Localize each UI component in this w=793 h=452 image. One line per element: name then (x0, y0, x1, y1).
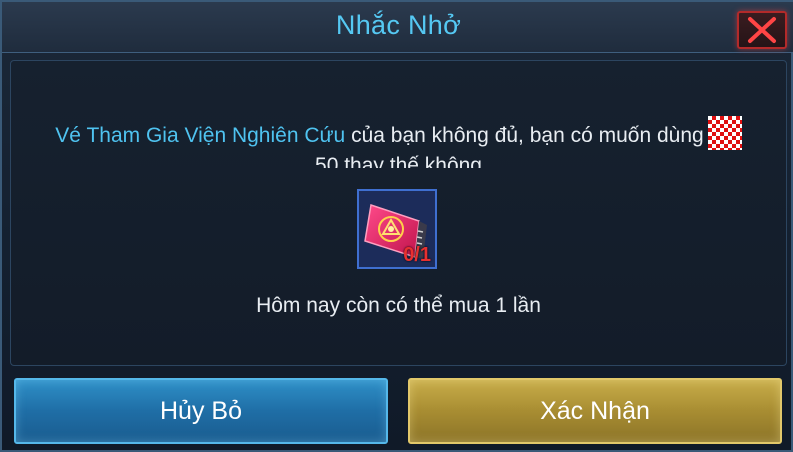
confirm-button[interactable]: Xác Nhận (408, 378, 782, 444)
item-name-highlight: Vé Tham Gia Viện Nghiên Cứu (55, 124, 346, 147)
message-part-2: 50 thay thế không (315, 154, 482, 168)
dialog: Nhắc Nhở Vé Tham Gia Viện Nghiên Cứu của… (0, 0, 793, 452)
cancel-button[interactable]: Hủy Bỏ (14, 378, 388, 444)
purchase-info: Hôm nay còn có thể mua 1 lần (256, 294, 541, 317)
message-text: Vé Tham Gia Viện Nghiên Cứu của bạn khôn… (22, 116, 775, 168)
item-slot[interactable]: 0/1 (357, 189, 437, 269)
dialog-title: Nhắc Nhở (335, 10, 462, 40)
currency-icon (707, 116, 742, 150)
message-part-1: của bạn không đủ, bạn có muốn dùng (345, 124, 704, 147)
close-x-icon (748, 17, 776, 43)
dialog-titlebar: Nhắc Nhở (2, 2, 793, 53)
close-button[interactable] (737, 11, 787, 49)
item-count: 0/1 (403, 244, 431, 266)
